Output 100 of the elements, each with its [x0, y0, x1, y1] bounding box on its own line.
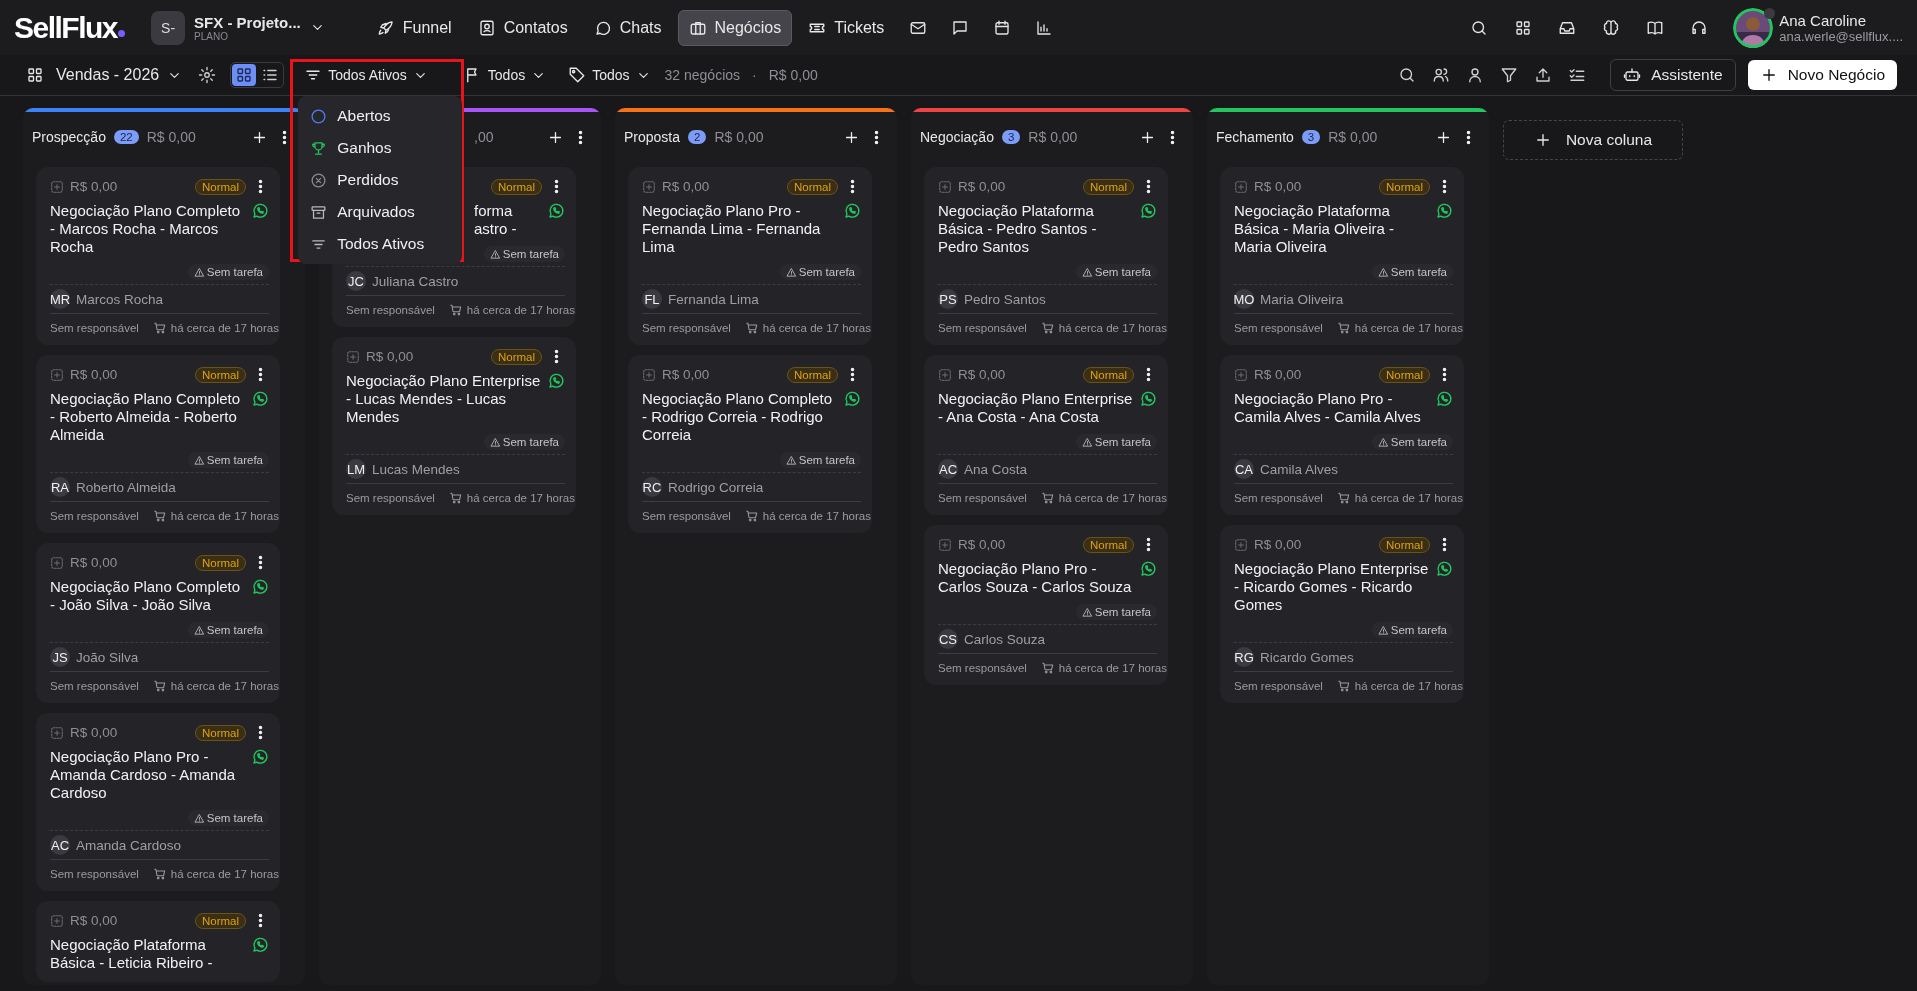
owner-label: Sem responsável [346, 304, 435, 316]
contact-avatar: RA [50, 477, 70, 497]
created-time: há cerca de 17 horas [170, 510, 279, 522]
task-badge: Sem tarefa [187, 810, 269, 826]
column-title: Fechamento [1216, 129, 1294, 145]
created-time: há cerca de 17 horas [1058, 662, 1167, 674]
created-time: há cerca de 17 horas [170, 322, 279, 334]
contact-avatar: LM [346, 459, 366, 479]
count-badge: 3 [1301, 130, 1321, 144]
task-badge: Sem tarefa [483, 246, 565, 262]
contact-avatar: PS [938, 289, 958, 309]
created-time: há cerca de 17 horas [466, 492, 575, 504]
deal-value: R$ 0,00 [70, 913, 118, 928]
task-badge: Sem tarefa [1371, 434, 1453, 450]
column-total: R$ 0,00 [714, 129, 764, 145]
task-badge: Sem tarefa [187, 452, 269, 468]
contact-avatar: RC [642, 477, 662, 497]
priority-badge: Normal [1378, 536, 1430, 553]
priority-badge: Normal [490, 178, 542, 195]
deal-value: R$ 0,00 [366, 349, 414, 364]
user-email: ana.werle@sellflux.... [1779, 28, 1903, 44]
column-total: R$ 0,00 [146, 129, 196, 145]
created-time: há cerca de 17 horas [170, 680, 279, 692]
created-time: há cerca de 17 horas [1354, 492, 1463, 504]
created-time: há cerca de 17 horas [762, 510, 871, 522]
owner-label: Sem responsável [50, 322, 139, 334]
deal-value: R$ 0,00 [70, 555, 118, 570]
task-badge: Sem tarefa [1371, 264, 1453, 280]
contact-avatar: AC [50, 835, 70, 855]
priority-badge: Normal [786, 178, 838, 195]
deal-count: 32 negócios [664, 67, 741, 83]
deal-title: Negociação Plano Pro - Camila Alves - Camila Alves [1234, 390, 1422, 426]
owner-label: Sem responsável [938, 322, 1027, 334]
owner-label: Sem responsável [938, 492, 1027, 504]
contact-name: Amanda Cardoso [76, 837, 182, 853]
contact-avatar: AC [938, 459, 958, 479]
owner-label: Sem responsável [1234, 492, 1323, 504]
contact-avatar: CS [938, 629, 958, 649]
contact-name: Marcos Rocha [76, 291, 164, 307]
contact-avatar: RG [1234, 647, 1254, 667]
priority-badge: Normal [1082, 366, 1134, 383]
deal-value: R$ 0,00 [958, 367, 1006, 382]
deal-title: Negociação Plano Pro - Carlos Souza - Carlos Souza [938, 560, 1133, 596]
priority-badge: Normal [1378, 366, 1430, 383]
column-title: Prospecção [32, 129, 106, 145]
task-badge: Sem tarefa [1075, 604, 1157, 620]
owner-label: Sem responsável [50, 680, 139, 692]
deal-value: R$ 0,00 [1254, 367, 1302, 382]
created-time: há cerca de 17 horas [1058, 492, 1167, 504]
contact-avatar: CA [1234, 459, 1254, 479]
created-time: há cerca de 17 horas [1058, 322, 1167, 334]
deal-title: Negociação Plano Pro - Fernanda Lima - Fernanda Lima [642, 202, 822, 256]
priority-badge: Normal [1082, 178, 1134, 195]
contact-name: Ana Costa [964, 461, 1028, 477]
task-badge: Sem tarefa [1075, 264, 1157, 280]
deal-value: R$ 0,00 [662, 179, 710, 194]
column-title: Negociação [920, 129, 994, 145]
deal-title: Negociação Plano Completo - Roberto Almeida - Roberto Almeida [50, 390, 242, 444]
contact-name: Ricardo Gomes [1260, 649, 1354, 665]
task-badge: Sem tarefa [187, 622, 269, 638]
created-time: há cerca de 17 horas [466, 304, 575, 316]
task-badge: Sem tarefa [779, 264, 861, 280]
priority-badge: Normal [1378, 178, 1430, 195]
deal-value: R$ 0,00 [1254, 537, 1302, 552]
count-badge: 22 [113, 130, 139, 144]
deal-title: Negociação Plataforma Básica - Pedro Santos - Pedro Santos [938, 202, 1098, 256]
deal-title: Negociação Plano Completo - Rodrigo Correia - Rodrigo Correia [642, 390, 834, 444]
owner-label: Sem responsável [642, 322, 731, 334]
contact-name: Roberto Almeida [76, 479, 176, 495]
priority-badge: Normal [490, 348, 542, 365]
priority-badge: Normal [194, 178, 246, 195]
deal-title: Negociação Plano Completo - João Silva - João Silva [50, 578, 242, 614]
contact-name: Maria Oliveira [1260, 291, 1344, 307]
contact-avatar: JC [346, 271, 366, 291]
owner-label: Sem responsável [50, 868, 139, 880]
priority-badge: Normal [194, 366, 246, 383]
deal-value: R$ 0,00 [662, 367, 710, 382]
contact-name: João Silva [76, 649, 139, 665]
deal-title: Negociação Plano Pro - Amanda Cardoso - Amanda Cardoso [50, 748, 237, 802]
deal-value: R$ 0,00 [958, 179, 1006, 194]
owner-label: Sem responsável [938, 662, 1027, 674]
created-time: há cerca de 17 horas [170, 868, 279, 880]
contact-avatar: MO [1234, 289, 1254, 309]
deal-value: R$ 0,00 [70, 725, 118, 740]
contact-name: Rodrigo Correia [668, 479, 764, 495]
deal-title: Negociação Plano Completo - Marcos Rocha - Marcos Rocha [50, 202, 242, 256]
task-badge: Sem tarefa [779, 452, 861, 468]
workspace-plan: PLANO [194, 30, 229, 42]
deal-title: Negociação Plano Enterprise - Ricardo Gomes - Ricardo Gomes [1234, 560, 1429, 614]
contact-avatar: JS [50, 647, 70, 667]
task-badge: Sem tarefa [187, 264, 269, 280]
owner-label: Sem responsável [1234, 322, 1323, 334]
priority-badge: Normal [194, 912, 246, 929]
owner-label: Sem responsável [346, 492, 435, 504]
created-time: há cerca de 17 horas [1354, 322, 1463, 334]
owner-label: Sem responsável [642, 510, 731, 522]
deal-value: R$ 0,00 [958, 537, 1006, 552]
workspace-avatar: S- [151, 10, 186, 45]
contact-name: Lucas Mendes [372, 461, 460, 477]
deal-title: Negociação Plataforma Básica - Leticia Ribeiro - [50, 936, 214, 972]
